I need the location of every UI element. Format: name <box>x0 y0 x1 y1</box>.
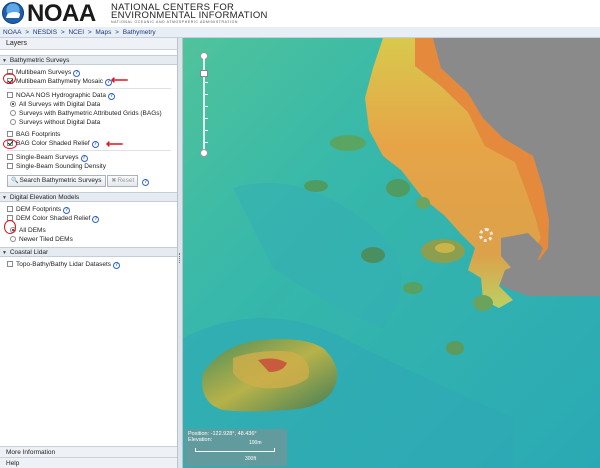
nos-no-digital-label[interactable]: Surveys without Digital Data <box>19 119 100 126</box>
single-beam-density-label[interactable]: Single-Beam Sounding Density <box>16 163 106 170</box>
more-information-link[interactable]: More Information <box>0 446 177 457</box>
breadcrumb-noaa[interactable]: NOAA <box>3 29 21 36</box>
section-title-dem: Digital Elevation Models <box>9 194 80 201</box>
info-icon[interactable]: ? <box>73 70 81 77</box>
splitter-grip-icon[interactable] <box>179 253 181 263</box>
info-icon[interactable]: ? <box>142 179 150 186</box>
annotation-arrow: ⟵ <box>111 73 129 87</box>
bag-relief-label[interactable]: BAG Color Shaded Relief <box>16 140 90 147</box>
single-beam-density-checkbox[interactable] <box>7 163 13 169</box>
info-icon[interactable]: ? <box>107 93 115 100</box>
scale-label-metric: 100m <box>249 440 262 446</box>
dem-footprints-label[interactable]: DEM Footprints <box>16 206 61 213</box>
breadcrumb-separator: > <box>115 29 119 36</box>
annotation-circle <box>4 220 16 234</box>
zoom-thumb[interactable] <box>200 70 208 77</box>
single-beam-surveys-checkbox[interactable] <box>7 154 13 160</box>
info-icon[interactable]: ? <box>80 155 88 162</box>
info-icon[interactable]: ? <box>63 207 71 214</box>
zoom-tick <box>205 94 208 95</box>
nos-data-label[interactable]: NOAA NOS Hydrographic Data <box>16 92 106 99</box>
breadcrumb-ncei[interactable]: NCEI <box>68 29 84 36</box>
section-header-lidar[interactable]: ▼ Coastal Lidar <box>0 247 177 257</box>
search-bathymetric-button-label: Search Bathymetric Surveys <box>19 177 102 185</box>
search-bathymetric-button[interactable]: 🔍Search Bathymetric Surveys <box>7 175 106 188</box>
breadcrumb-separator: > <box>87 29 92 36</box>
position-readout: Position: -122.928°, 48.436° Elevation: … <box>185 429 287 466</box>
annotation-arrow: ⟵ <box>106 137 124 151</box>
info-icon[interactable]: ? <box>113 262 121 269</box>
nos-all-digital-radio[interactable] <box>10 101 16 107</box>
section-title-lidar: Coastal Lidar <box>9 249 49 256</box>
scale-bar <box>195 448 275 452</box>
nos-all-digital-label[interactable]: All Surveys with Digital Data <box>19 101 100 108</box>
zoom-out-icon[interactable] <box>200 149 208 157</box>
nos-bags-label[interactable]: Surveys with Bathymetric Attributed Grid… <box>19 110 162 117</box>
nos-data-checkbox[interactable] <box>7 92 13 98</box>
info-icon[interactable]: ? <box>92 216 100 223</box>
noaa-logo-icon[interactable] <box>2 2 24 24</box>
elevation-label: Elevation: <box>188 437 213 443</box>
info-icon[interactable]: ? <box>91 141 99 148</box>
reset-button[interactable]: ✖Reset <box>107 175 139 188</box>
collapse-icon[interactable]: ▼ <box>2 57 8 66</box>
nos-bags-radio[interactable] <box>10 110 16 116</box>
breadcrumb-separator: > <box>60 29 65 36</box>
section-body-dem: DEM Footprints? DEM Color Shaded Relief?… <box>0 202 177 247</box>
breadcrumb: NOAA > NESDIS > NCEI > Maps > Bathymetry <box>0 27 600 38</box>
search-icon: 🔍 <box>11 178 19 185</box>
zoom-tick <box>205 130 208 131</box>
topo-bathy-checkbox[interactable] <box>7 261 13 267</box>
zoom-tick <box>205 82 208 83</box>
layers-panel-title: Layers <box>0 38 177 50</box>
newer-dems-radio[interactable] <box>10 236 16 242</box>
zoom-slider[interactable] <box>199 52 209 157</box>
bag-footprints-label[interactable]: BAG Footprints <box>16 131 60 138</box>
loading-spinner-icon <box>479 228 493 242</box>
section-header-bathymetric[interactable]: ▼ Bathymetric Surveys <box>0 55 177 65</box>
site-header: NOAA NATIONAL CENTERS FOR ENVIRONMENTAL … <box>0 0 600 27</box>
single-beam-surveys-label[interactable]: Single-Beam Surveys <box>16 154 79 161</box>
annotation-circle <box>3 73 16 84</box>
layers-panel: Layers ▼ Bathymetric Surveys Multibeam S… <box>0 38 178 468</box>
reset-button-label: Reset <box>117 177 135 185</box>
multibeam-surveys-label[interactable]: Multibeam Surveys <box>16 69 71 76</box>
multibeam-mosaic-label[interactable]: Multibeam Bathymetry Mosaic <box>16 78 103 85</box>
bag-footprints-checkbox[interactable] <box>7 131 13 137</box>
section-title-bathymetric: Bathymetric Surveys <box>9 57 70 64</box>
section-header-dem[interactable]: ▼ Digital Elevation Models <box>0 192 177 202</box>
panel-footer: More Information Help <box>0 446 177 468</box>
scale-label-imperial: 300ft <box>245 456 257 462</box>
collapse-icon[interactable]: ▼ <box>2 194 8 203</box>
newer-dems-label[interactable]: Newer Tiled DEMs <box>19 236 73 243</box>
breadcrumb-nesdis[interactable]: NESDIS <box>33 29 57 36</box>
all-dems-label[interactable]: All DEMs <box>19 227 46 234</box>
noaa-brand[interactable]: NOAA <box>27 0 96 27</box>
breadcrumb-bathymetry[interactable]: Bathymetry <box>123 29 156 36</box>
nos-no-digital-radio[interactable] <box>10 119 16 125</box>
dem-relief-label[interactable]: DEM Color Shaded Relief <box>16 215 90 222</box>
topo-bathy-label[interactable]: Topo-Bathy/Bathy Lidar Datasets <box>16 261 111 268</box>
collapse-icon[interactable]: ▼ <box>2 249 8 258</box>
zoom-tick <box>205 106 208 107</box>
divider <box>7 88 171 89</box>
section-body-bathymetric: Multibeam Surveys? Multibeam Bathymetry … <box>0 65 177 192</box>
annotation-circle <box>3 139 17 149</box>
zoom-tick <box>205 118 208 119</box>
breadcrumb-maps[interactable]: Maps <box>95 29 111 36</box>
bathymetry-map <box>183 38 600 468</box>
map-view[interactable]: Position: -122.928°, 48.436° Elevation: … <box>183 38 600 468</box>
zoom-tick <box>205 142 208 143</box>
ncei-subtitle: NATIONAL OCEANIC AND ATMOSPHERIC ADMINIS… <box>111 20 239 24</box>
section-body-lidar: Topo-Bathy/Bathy Lidar Datasets? <box>0 257 177 272</box>
help-link[interactable]: Help <box>0 457 177 468</box>
divider <box>7 150 171 151</box>
reset-icon: ✖ <box>111 178 117 185</box>
breadcrumb-separator: > <box>25 29 30 36</box>
dem-footprints-checkbox[interactable] <box>7 206 13 212</box>
